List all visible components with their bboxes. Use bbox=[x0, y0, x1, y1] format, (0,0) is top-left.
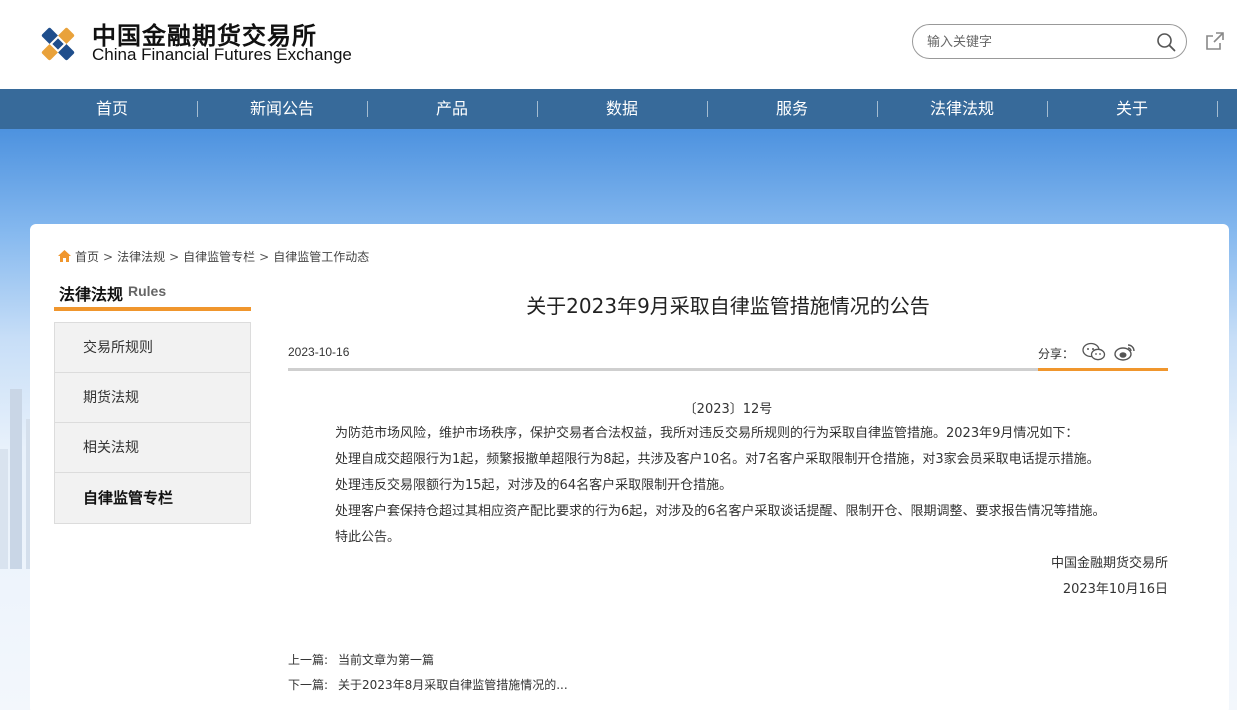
share-label: 分享： bbox=[1038, 347, 1075, 361]
nav-divider bbox=[1217, 101, 1218, 117]
breadcrumb-separator: > bbox=[169, 250, 180, 264]
brand-name-en[interactable]: China Financial Futures Exchange bbox=[92, 45, 352, 65]
sidebar-item-related-laws[interactable]: 相关法规 bbox=[55, 423, 250, 473]
nav-item-news[interactable]: 新闻公告 bbox=[197, 89, 367, 129]
article-sign-date: 2023年10月16日 bbox=[1062, 582, 1168, 597]
weibo-share-icon[interactable] bbox=[1114, 342, 1136, 362]
nav-item-data[interactable]: 数据 bbox=[537, 89, 707, 129]
content-card: 首页 > 法律法规 > 自律监管专栏 > 自律监管工作动态 法律法规 Rules 交易所规则… bbox=[30, 224, 1229, 710]
breadcrumb-rules[interactable]: 法律法规 bbox=[117, 248, 165, 265]
prev-article: 上一篇: 当前文章为第一篇 bbox=[288, 651, 434, 668]
search-input[interactable] bbox=[927, 33, 1147, 51]
document-number: 〔2023〕12号 bbox=[683, 402, 773, 417]
article-paragraph: 处理自成交超限行为1起，频繁报撤单超限行为8起，共涉及客户10名。对7名客户采取… bbox=[335, 452, 1100, 467]
article-paragraph: 处理客户套保持仓超过其相应资产配比要求的行为6起，对涉及的6名客户采取谈话提醒、… bbox=[335, 504, 1106, 519]
site-header: 中国金融期货交易所 China Financial Futures Exchan… bbox=[0, 0, 1237, 89]
breadcrumb-current[interactable]: 自律监管工作动态 bbox=[273, 248, 369, 265]
wechat-share-icon[interactable] bbox=[1082, 342, 1106, 362]
nav-item-about[interactable]: 关于 bbox=[1047, 89, 1217, 129]
nav-item-services[interactable]: 服务 bbox=[707, 89, 877, 129]
sidebar-menu: 交易所规则 期货法规 相关法规 自律监管专栏 bbox=[54, 322, 251, 524]
next-article: 下一篇: 关于2023年8月采取自律监管措施情况的... bbox=[288, 676, 568, 693]
sidebar-title: 法律法规 bbox=[59, 285, 124, 304]
sidebar-item-self-regulation[interactable]: 自律监管专栏 bbox=[55, 473, 250, 523]
article-divider bbox=[288, 368, 1038, 371]
breadcrumb: 首页 > 法律法规 > 自律监管专栏 > 自律监管工作动态 bbox=[58, 248, 369, 265]
prev-article-link[interactable]: 当前文章为第一篇 bbox=[338, 653, 434, 667]
external-share-icon[interactable] bbox=[1204, 30, 1226, 52]
article-signature: 中国金融期货交易所 bbox=[1050, 556, 1168, 571]
breadcrumb-self-regulation[interactable]: 自律监管专栏 bbox=[183, 248, 255, 265]
cffex-logo-icon[interactable] bbox=[30, 16, 86, 72]
prev-article-label: 上一篇: bbox=[288, 653, 329, 667]
sidebar-item-exchange-rules[interactable]: 交易所规则 bbox=[55, 323, 250, 373]
article-paragraph: 特此公告。 bbox=[335, 530, 401, 545]
article-divider-accent bbox=[1038, 368, 1168, 371]
sidebar-title-underline bbox=[54, 307, 251, 311]
main-nav: 首页 新闻公告 产品 数据 服务 法律法规 关于 bbox=[0, 89, 1237, 129]
sidebar-item-futures-laws[interactable]: 期货法规 bbox=[55, 373, 250, 423]
search-icon[interactable] bbox=[1156, 32, 1176, 52]
search-box bbox=[912, 24, 1187, 59]
article-title: 关于2023年9月采取自律监管措施情况的公告 bbox=[526, 294, 930, 318]
article-date: 2023-10-16 bbox=[288, 345, 350, 359]
nav-item-home[interactable]: 首页 bbox=[27, 89, 197, 129]
home-icon bbox=[58, 250, 71, 262]
nav-item-rules[interactable]: 法律法规 bbox=[877, 89, 1047, 129]
next-article-label: 下一篇: bbox=[288, 678, 329, 692]
breadcrumb-home[interactable]: 首页 bbox=[75, 248, 99, 265]
breadcrumb-separator: > bbox=[103, 250, 114, 264]
article-paragraph: 为防范市场风险，维护市场秩序，保护交易者合法权益，我所对违反交易所规则的行为采取… bbox=[335, 426, 1079, 441]
article-paragraph: 处理违反交易限额行为15起，对涉及的64名客户采取限制开仓措施。 bbox=[335, 478, 733, 493]
next-article-link[interactable]: 关于2023年8月采取自律监管措施情况的... bbox=[338, 678, 568, 692]
breadcrumb-separator: > bbox=[259, 250, 270, 264]
sidebar-title-en: Rules bbox=[128, 283, 167, 299]
article-body: 为防范市场风险，维护市场秩序，保护交易者合法权益，我所对违反交易所规则的行为采取… bbox=[335, 421, 1175, 551]
nav-item-products[interactable]: 产品 bbox=[367, 89, 537, 129]
